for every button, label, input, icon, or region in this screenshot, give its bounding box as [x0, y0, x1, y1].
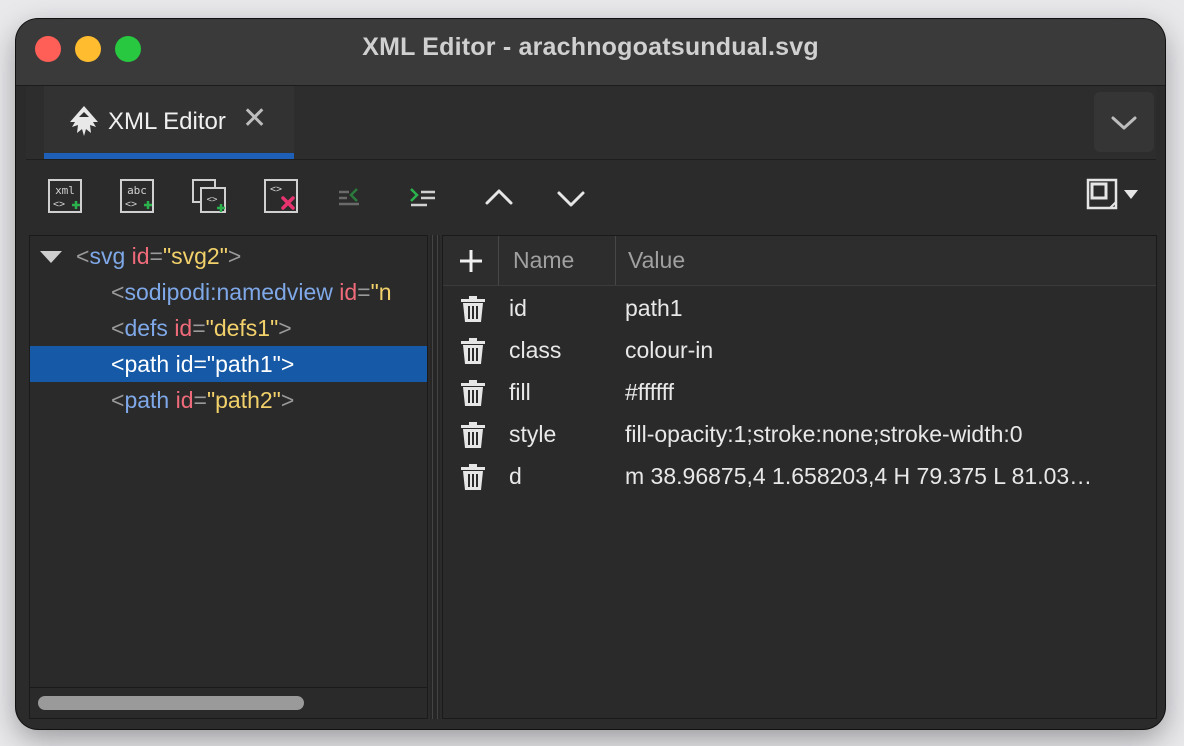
attribute-row-style[interactable]: style fill-opacity:1;stroke:none;stroke-…: [443, 413, 1156, 455]
tree-node-path1[interactable]: <path id="path1">: [30, 346, 427, 382]
new-text-node-button[interactable]: abc <>: [119, 178, 159, 218]
attribute-header: Name Value: [443, 236, 1156, 286]
attribute-value[interactable]: colour-in: [625, 329, 1140, 371]
attribute-value[interactable]: #ffffff: [625, 371, 1140, 413]
attribute-name: fill: [509, 379, 531, 405]
xml-node-tree[interactable]: <svg id="svg2"> <sodipodi:namedview id="…: [29, 235, 428, 719]
add-attribute-icon[interactable]: [458, 248, 484, 274]
scrollbar-thumb[interactable]: [38, 696, 304, 710]
tree-node-namedview[interactable]: <sodipodi:namedview id="n: [30, 274, 427, 310]
layout-menu-button[interactable]: [1086, 178, 1150, 218]
toolbar: xml <> abc <> <> <>: [26, 160, 1156, 235]
trash-icon[interactable]: [460, 295, 486, 323]
tree-horizontal-scrollbar[interactable]: [30, 687, 427, 718]
window-title: XML Editor - arachnogoatsundual.svg: [362, 33, 819, 61]
expander-triangle-icon[interactable]: [40, 251, 62, 263]
attribute-value[interactable]: fill-opacity:1;stroke:none;stroke-width:…: [625, 413, 1140, 455]
tab-close-icon[interactable]: ✕: [242, 104, 267, 134]
duplicate-node-button[interactable]: <>: [191, 178, 231, 218]
tree-node-defs[interactable]: <defs id="defs1">: [30, 310, 427, 346]
svg-text:<>: <>: [125, 199, 137, 210]
attribute-row-class[interactable]: class colour-in: [443, 329, 1156, 371]
svg-text:xml: xml: [55, 184, 75, 197]
attribute-row-d[interactable]: d m 38.96875,4 1.658203,4 H 79.375 L 81.…: [443, 455, 1156, 497]
svg-text:<>: <>: [270, 184, 282, 195]
tree-node-svg[interactable]: <svg id="svg2">: [30, 238, 427, 274]
trash-icon[interactable]: [460, 421, 486, 449]
svg-text:abc: abc: [127, 184, 147, 197]
attribute-name: id: [509, 295, 527, 321]
new-element-node-button[interactable]: xml <>: [47, 178, 87, 218]
xml-editor-window: XML Editor - arachnogoatsundual.svg XML …: [16, 19, 1165, 729]
column-header-value[interactable]: Value: [628, 247, 685, 274]
indent-node-button[interactable]: [407, 178, 447, 218]
tree-node-path2[interactable]: <path id="path2">: [30, 382, 427, 418]
attribute-value[interactable]: m 38.96875,4 1.658203,4 H 79.375 L 81.03…: [625, 455, 1140, 497]
unindent-node-button[interactable]: [335, 178, 375, 218]
tab-bar: XML Editor ✕: [26, 86, 1156, 160]
trash-icon[interactable]: [460, 337, 486, 365]
attribute-row-id[interactable]: id path1: [443, 287, 1156, 329]
inkscape-icon: [70, 106, 98, 136]
attribute-value[interactable]: path1: [625, 287, 1140, 329]
column-header-name[interactable]: Name: [513, 247, 574, 274]
chevron-down-icon: [1111, 116, 1137, 130]
tab-menu-button[interactable]: [1094, 92, 1154, 152]
svg-text:<>: <>: [53, 199, 65, 210]
active-tab-indicator: [44, 153, 294, 159]
trash-icon[interactable]: [460, 379, 486, 407]
trash-icon[interactable]: [460, 463, 486, 491]
attribute-name: style: [509, 421, 557, 447]
tab-label: XML Editor: [108, 108, 226, 135]
attribute-name: class: [509, 337, 562, 363]
delete-node-button[interactable]: <>: [263, 178, 303, 218]
attribute-name: d: [509, 463, 522, 489]
lower-node-button[interactable]: [551, 178, 591, 218]
title-bar[interactable]: XML Editor - arachnogoatsundual.svg: [16, 19, 1165, 86]
pane-splitter[interactable]: [430, 235, 440, 719]
attribute-panel: Name Value id path1 class colour-in fill…: [442, 235, 1157, 719]
raise-node-button[interactable]: [479, 178, 519, 218]
tab-xml-editor[interactable]: XML Editor ✕: [44, 86, 294, 159]
attribute-row-fill[interactable]: fill #ffffff: [443, 371, 1156, 413]
svg-text:<>: <>: [207, 195, 218, 205]
